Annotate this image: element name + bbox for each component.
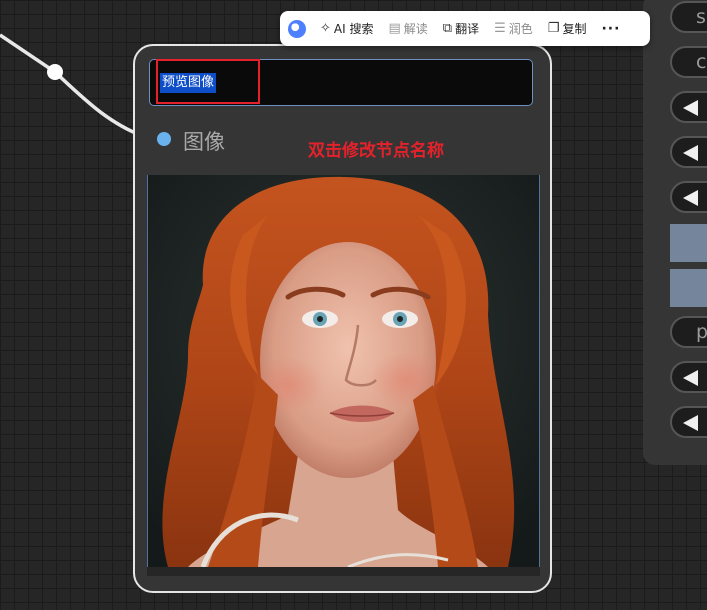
- copy-button[interactable]: ❐ 复制: [548, 20, 587, 37]
- widget-arrow-3[interactable]: [670, 181, 707, 213]
- copy-label: 复制: [562, 22, 587, 36]
- annotation-highlight-box: [156, 59, 260, 104]
- widget-arrow-5[interactable]: [670, 406, 707, 438]
- color-swatch-1[interactable]: [670, 224, 707, 262]
- preview-image-node[interactable]: 预览图像 图像 双击修改节点名称: [133, 44, 552, 593]
- arrow-left-icon: [683, 370, 698, 386]
- translate-button[interactable]: ⧉ 翻译: [443, 20, 479, 37]
- preview-image: [147, 175, 540, 567]
- widget-arrow-4[interactable]: [670, 361, 707, 393]
- widget-arrow-1[interactable]: [670, 91, 707, 123]
- selection-toolbar: ✧ AI 搜索 ▤ 解读 ⧉ 翻译 ☰ 润色 ❐ 复制 ···: [280, 11, 650, 46]
- annotation-text: 双击修改节点名称: [308, 141, 444, 161]
- document-icon: ▤: [388, 21, 401, 36]
- list-icon: ☰: [494, 21, 506, 36]
- arrow-left-icon: [683, 190, 698, 206]
- color-swatch-2[interactable]: [670, 269, 707, 307]
- polish-label: 润色: [508, 22, 533, 36]
- ai-search-button[interactable]: ✧ AI 搜索: [320, 20, 373, 37]
- input-slot-label: 图像: [183, 130, 225, 154]
- more-options-button[interactable]: ···: [601, 21, 620, 37]
- node-footer: [147, 567, 540, 576]
- ai-search-label: AI 搜索: [333, 22, 374, 36]
- copy-icon: ❐: [547, 21, 560, 36]
- assistant-logo-icon[interactable]: [288, 19, 306, 38]
- widget-pill-c[interactable]: c: [670, 46, 707, 78]
- polish-button[interactable]: ☰ 润色: [494, 20, 533, 37]
- widget-pill-s[interactable]: s: [670, 1, 707, 33]
- explain-label: 解读: [403, 22, 428, 36]
- widget-pill-p[interactable]: p: [670, 316, 707, 348]
- arrow-left-icon: [683, 415, 698, 431]
- arrow-left-icon: [683, 100, 698, 116]
- arrow-left-icon: [683, 145, 698, 161]
- explain-button[interactable]: ▤ 解读: [388, 20, 427, 37]
- sparkle-icon: ✧: [320, 21, 331, 36]
- input-slot-dot[interactable]: [157, 132, 171, 146]
- translate-icon: ⧉: [442, 21, 453, 36]
- widget-arrow-2[interactable]: [670, 136, 707, 168]
- translate-label: 翻译: [455, 22, 480, 36]
